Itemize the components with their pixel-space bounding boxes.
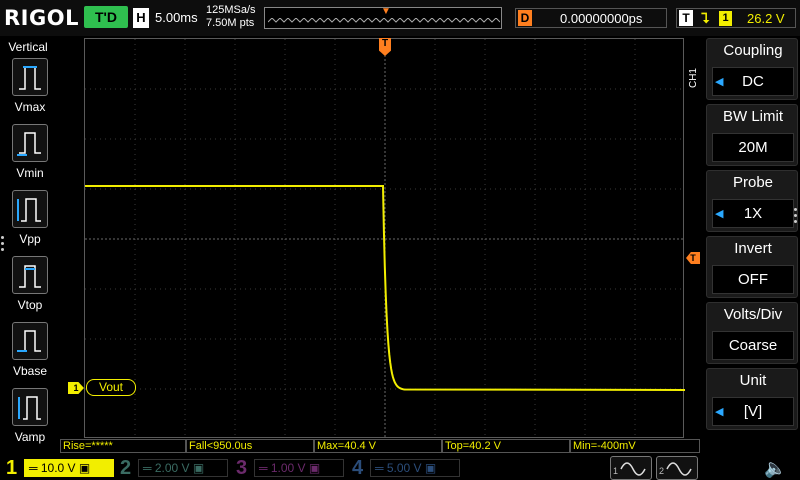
measure-label: Vmin (16, 166, 44, 180)
generator-number: 1 (613, 466, 619, 476)
delay-value: 0.00000000ps (560, 11, 643, 26)
horizontal-tag: H (133, 8, 149, 28)
channel-scale: ═ 2.00 V ▣ (138, 459, 228, 477)
channel-menu: Coupling DC ◀ BW Limit 20M Probe 1X ◀ In… (702, 38, 800, 438)
measure-vmin[interactable]: Vmin (10, 124, 50, 180)
ch4-scale[interactable]: 4 ═ 5.00 V ▣ (352, 457, 462, 479)
measure-label: Vbase (12, 364, 48, 378)
brand-logo: RIGOL (4, 6, 79, 30)
generator-1-button[interactable]: 1 (610, 456, 652, 480)
sampling-info: 125MSa/s 7.50M pts (206, 4, 256, 30)
channel-bar: 1 ═ 10.0 V ▣ 2 ═ 2.00 V ▣ 3 ═ 1.00 V ▣ 4… (0, 454, 800, 480)
channel-number: 1 (6, 457, 18, 479)
run-status-badge[interactable]: T'D (84, 6, 128, 28)
measure-label: Vmax (14, 100, 46, 114)
invert-button[interactable]: Invert OFF (706, 236, 798, 298)
trigger-level: 26.2 V (747, 11, 785, 26)
meas-min[interactable]: Min=-400mV (570, 439, 700, 453)
meas-fall[interactable]: Fall<950.0us (186, 439, 314, 453)
measure-label: Vtop (17, 298, 43, 312)
ch2-scale[interactable]: 2 ═ 2.00 V ▣ (120, 457, 230, 479)
probe-button[interactable]: Probe 1X ◀ (706, 170, 798, 232)
measure-vtop[interactable]: Vtop (10, 256, 50, 312)
generator-number: 2 (659, 466, 665, 476)
channel-scale: ═ 1.00 V ▣ (254, 459, 344, 477)
generator-2-button[interactable]: 2 (656, 456, 698, 480)
delay-readout[interactable]: D 0.00000000ps (515, 8, 667, 28)
vtop-icon (12, 256, 48, 294)
memory-points: 7.50M pts (206, 17, 255, 29)
delay-tag: D (518, 10, 532, 26)
menu-title: BW Limit (723, 108, 783, 125)
trigger-source: 1 (719, 11, 732, 26)
meas-top[interactable]: Top=40.2 V (442, 439, 570, 453)
menu-value: 1X (712, 199, 794, 228)
menu-title: Coupling (723, 42, 783, 59)
speaker-mute-icon[interactable]: 🔈 (764, 458, 786, 479)
overview-trigger-icon: ▼ (381, 6, 391, 17)
unit-button[interactable]: Unit [V] ◀ (706, 368, 798, 430)
measure-label: Vamp (14, 430, 46, 444)
trigger-tag: T (679, 10, 693, 26)
menu-title: Invert (734, 240, 772, 257)
left-arrow-icon: ◀ (715, 76, 724, 88)
left-arrow-icon: ◀ (715, 406, 724, 418)
bw-limit-button[interactable]: BW Limit 20M (706, 104, 798, 166)
top-status-bar: RIGOL T'D H 5.00ms 125MSa/s 7.50M pts ▼ … (0, 0, 800, 36)
vbase-icon (12, 322, 48, 360)
horizontal-timebase[interactable]: H 5.00ms (133, 8, 203, 28)
measure-menu-title: Vertical (8, 40, 48, 54)
channel-number: 4 (352, 457, 364, 479)
vmin-icon (12, 124, 48, 162)
left-arrow-icon: ◀ (715, 208, 724, 220)
ch1-scale[interactable]: 1 ═ 10.0 V ▣ (6, 457, 116, 479)
memory-overview[interactable]: ▼ (264, 6, 502, 29)
meas-rise[interactable]: Rise=***** (60, 439, 186, 453)
channel-scale: ═ 5.00 V ▣ (370, 459, 460, 477)
volts-div-button[interactable]: Volts/Div Coarse (706, 302, 798, 364)
falling-edge-icon: ⮧ (701, 10, 710, 26)
ch1-offset-marker[interactable]: 1 (68, 382, 84, 394)
menu-value: DC (712, 67, 794, 96)
meas-max[interactable]: Max=40.4 V (314, 439, 442, 453)
measure-vbase[interactable]: Vbase (10, 322, 50, 378)
sample-rate: 125MSa/s (206, 4, 256, 16)
measure-vmax[interactable]: Vmax (10, 58, 50, 114)
menu-value: 20M (712, 133, 794, 162)
scale-value: 5.00 V (386, 461, 422, 475)
vpp-icon (12, 190, 48, 228)
ch1-label-tag: Vout (86, 379, 136, 396)
scale-value: 2.00 V (154, 461, 190, 475)
overview-waveform (268, 18, 500, 23)
scale-value: 10.0 V (40, 461, 76, 475)
page-indicator (1, 236, 5, 254)
measure-vamp[interactable]: Vamp (10, 388, 50, 444)
vamp-icon (12, 388, 48, 426)
scale-value: 1.00 V (270, 461, 306, 475)
menu-page-indicator (794, 208, 798, 226)
menu-value: OFF (712, 265, 794, 294)
measurement-bar: Rise=***** Fall<950.0us Max=40.4 V Top=4… (60, 439, 700, 453)
measure-vpp[interactable]: Vpp (10, 190, 50, 246)
measure-label: Vpp (19, 232, 41, 246)
ch3-scale[interactable]: 3 ═ 1.00 V ▣ (236, 457, 346, 479)
measure-menu: Vertical Vmax Vmin Vpp Vtop Vbase Vamp (0, 38, 56, 444)
trigger-level-marker[interactable]: T (686, 252, 700, 264)
coupling-button[interactable]: Coupling DC ◀ (706, 38, 798, 100)
vmax-icon (12, 58, 48, 96)
menu-value: [V] (712, 397, 794, 426)
channel-number: 3 (236, 457, 248, 479)
timebase-value: 5.00ms (155, 10, 198, 25)
menu-value: Coarse (712, 331, 794, 360)
trigger-readout[interactable]: T ⮧ 1 26.2 V (676, 8, 796, 28)
menu-title: Volts/Div (723, 306, 783, 323)
waveform-grid[interactable] (84, 38, 685, 439)
channel-number: 2 (120, 457, 132, 479)
channel-menu-tag: CH1 (688, 68, 699, 89)
menu-title: Unit (739, 372, 767, 389)
graticule (85, 39, 685, 439)
channel-scale: ═ 10.0 V ▣ (24, 459, 114, 477)
menu-title: Probe (732, 174, 774, 191)
